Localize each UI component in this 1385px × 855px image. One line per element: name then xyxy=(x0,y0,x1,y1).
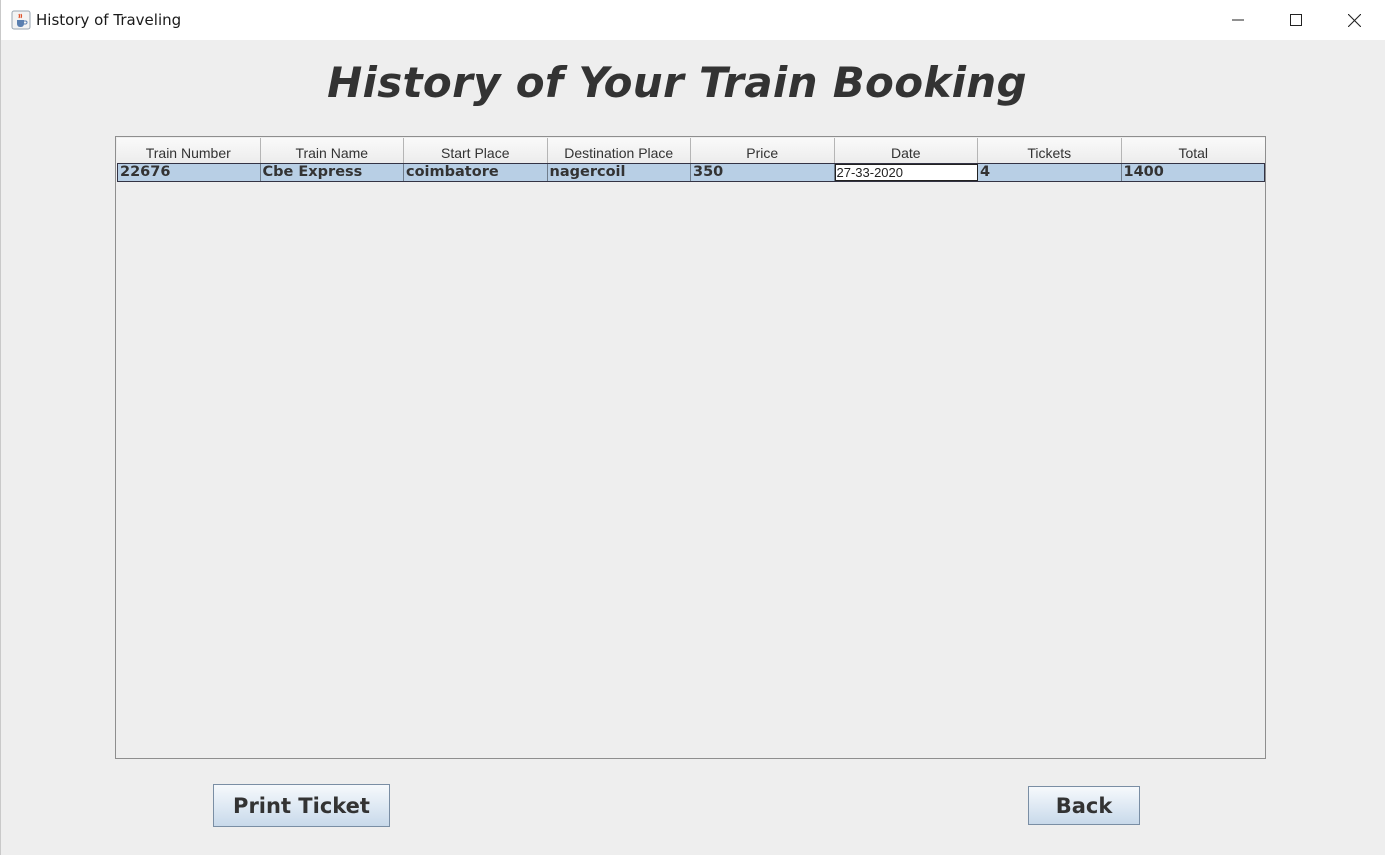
back-button[interactable]: Back xyxy=(1028,786,1140,825)
cell-start-place[interactable]: coimbatore xyxy=(404,164,548,181)
column-header-total[interactable]: Total xyxy=(1121,138,1265,163)
column-header-start-place[interactable]: Start Place xyxy=(404,138,548,163)
close-button[interactable] xyxy=(1325,0,1383,40)
cell-train-number[interactable]: 22676 xyxy=(117,164,261,181)
column-header-tickets[interactable]: Tickets xyxy=(978,138,1122,163)
cell-tickets[interactable]: 4 xyxy=(978,164,1122,181)
booking-history-table[interactable]: Train Number Train Name Start Place Dest… xyxy=(115,136,1266,759)
column-header-train-name[interactable]: Train Name xyxy=(260,138,404,163)
title-bar[interactable]: History of Traveling xyxy=(1,0,1385,40)
table-header: Train Number Train Name Start Place Dest… xyxy=(117,138,1265,163)
column-header-destination-place[interactable]: Destination Place xyxy=(547,138,691,163)
app-window: History of Traveling History of Your Tra… xyxy=(0,0,1385,855)
cell-destination-place[interactable]: nagercoil xyxy=(548,164,691,181)
page-title: History of Your Train Booking xyxy=(327,58,1027,107)
minimize-button[interactable] xyxy=(1209,0,1267,40)
column-header-date[interactable]: Date xyxy=(834,138,978,163)
cell-price[interactable]: 350 xyxy=(691,164,835,181)
column-header-price[interactable]: Price xyxy=(691,138,835,163)
window-title: History of Traveling xyxy=(36,11,182,29)
maximize-button[interactable] xyxy=(1267,0,1325,40)
table-body: 22676 Cbe Express coimbatore nagercoil 3… xyxy=(117,163,1265,182)
minimize-icon xyxy=(1232,19,1244,21)
cell-total[interactable]: 1400 xyxy=(1122,164,1265,181)
column-header-train-number[interactable]: Train Number xyxy=(117,138,261,163)
print-ticket-button[interactable]: Print Ticket xyxy=(213,784,390,827)
cell-date-editor[interactable]: 27-33-2020 xyxy=(834,164,978,181)
cell-train-name[interactable]: Cbe Express xyxy=(261,164,404,181)
maximize-icon xyxy=(1290,14,1302,26)
table-row[interactable]: 22676 Cbe Express coimbatore nagercoil 3… xyxy=(117,163,1265,182)
java-cup-icon xyxy=(11,10,31,30)
close-icon xyxy=(1347,13,1361,27)
